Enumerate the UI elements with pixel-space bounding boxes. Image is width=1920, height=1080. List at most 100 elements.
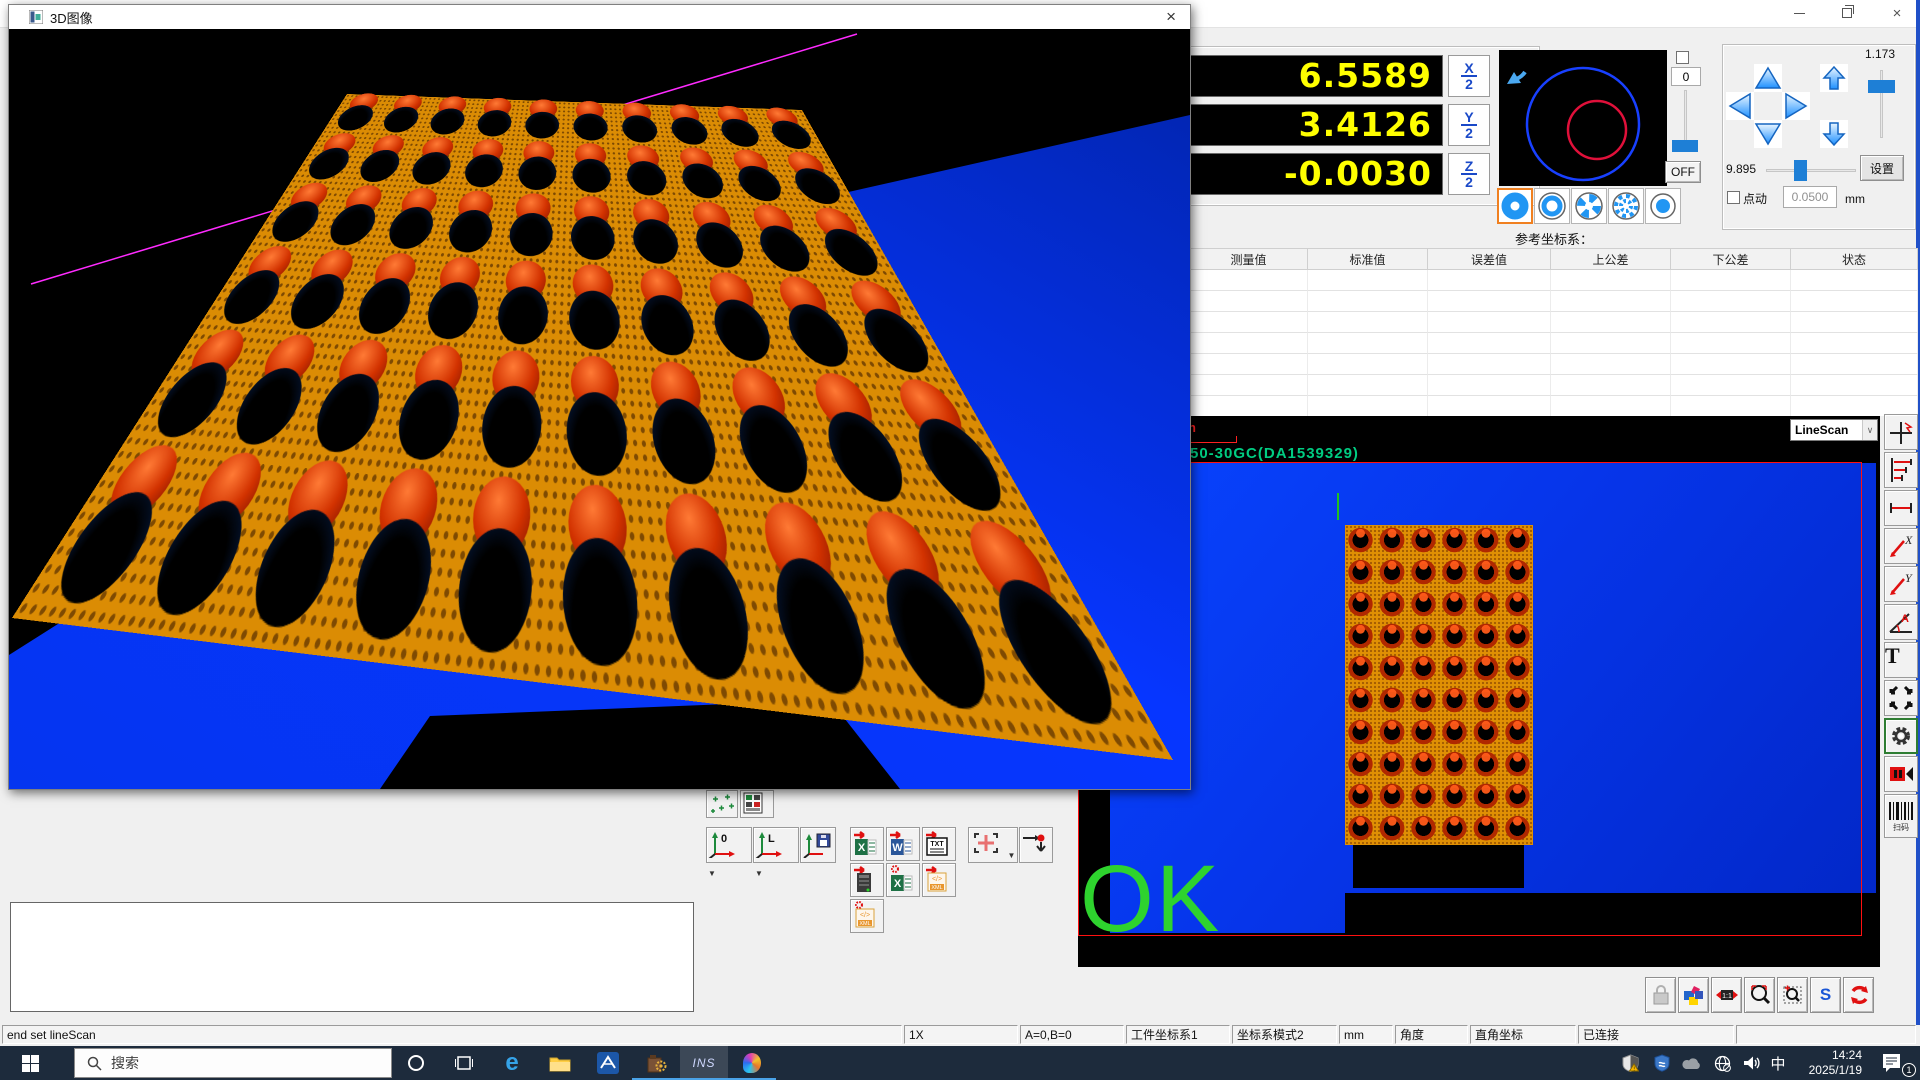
settings-gear-button[interactable] [1884,718,1918,754]
light-slider-thumb[interactable] [1672,140,1698,152]
distance-tool-button[interactable] [1884,490,1918,526]
lock-button[interactable] [1645,977,1676,1013]
export-xml-config-button[interactable]: </>XML [850,899,884,933]
security-shield-icon[interactable] [1652,1054,1672,1072]
layout-puzzle-button[interactable] [1678,977,1709,1013]
table-row[interactable] [1190,354,1918,375]
table-row[interactable] [1190,396,1918,416]
actual-size-button[interactable]: 1:1 [1711,977,1742,1013]
taskbar-app-tool[interactable] [632,1046,680,1080]
s-tool-button[interactable]: S [1810,977,1841,1013]
cam-plate-hole [1408,813,1439,845]
zero-field[interactable]: 0 [1671,67,1701,86]
roi-crosshair-button[interactable]: ▼ [968,827,1018,863]
light-sector-button[interactable] [1571,188,1607,224]
export-txt-button[interactable]: TXT [922,827,956,861]
taskbar-app-flame[interactable] [728,1046,776,1080]
restore-button[interactable] [1834,4,1860,22]
point-tool-button[interactable] [1884,414,1918,450]
status-coord-type[interactable]: 直角坐标 [1470,1025,1576,1044]
snap-point-button[interactable] [1019,827,1053,863]
jog-arrows[interactable] [1726,64,1848,148]
status-unit[interactable]: mm [1339,1025,1393,1044]
status-angle[interactable]: 角度 [1395,1025,1468,1044]
table-cell [1308,396,1428,416]
zoom-region-button[interactable] [1777,977,1808,1013]
refresh-button[interactable] [1843,977,1874,1013]
zoom-button[interactable] [1744,977,1775,1013]
xy-speed-slider-thumb[interactable] [1794,160,1807,181]
dro-axis-button[interactable]: X 2 [1448,55,1490,97]
light-multi-sector-button[interactable] [1608,188,1644,224]
export-database-button[interactable] [850,863,884,897]
y-distance-tool-button[interactable]: Y [1884,566,1918,602]
volume-icon[interactable] [1742,1054,1762,1072]
status-cs-mode[interactable]: 坐标系模式2 [1232,1025,1337,1044]
3d-viewport[interactable] [9,29,1190,789]
action-center-button[interactable]: 1 [1872,1046,1920,1080]
table-row[interactable] [1190,270,1918,291]
light-full-ring-button[interactable] [1497,188,1533,224]
taskbar-app-ins[interactable]: INS [680,1046,728,1080]
close-button[interactable]: × [1882,4,1912,22]
light-outer-ring-button[interactable] [1534,188,1570,224]
export-word-button[interactable]: W [886,827,920,861]
taskbar-edge[interactable]: e [488,1046,536,1080]
start-button[interactable] [0,1046,60,1080]
jog-step-field[interactable]: 0.0500 [1783,186,1837,208]
cam-plate-hole [1502,557,1533,589]
linescan-capture-button[interactable] [1884,756,1918,792]
light-coaxial-button[interactable] [1645,188,1681,224]
network-globe-icon[interactable] [1712,1054,1732,1072]
defender-warning-icon[interactable]: ! [1620,1054,1640,1072]
barcode-icon [1888,800,1914,822]
x-distance-tool-button[interactable]: X [1884,528,1918,564]
calculator-button[interactable] [740,790,774,818]
taskbar-task-view[interactable] [440,1046,488,1080]
dropdown-arrow[interactable]: ▼ [708,869,716,878]
text-tool-button[interactable]: T [1884,642,1918,678]
3d-window-titlebar[interactable]: 3D图像 × [9,5,1190,29]
fit-view-button[interactable] [1884,680,1918,716]
table-row[interactable] [1190,375,1918,396]
log-box[interactable] [10,902,694,1012]
taskbar-app-blue[interactable] [584,1046,632,1080]
ime-label: 中 [1770,1053,1785,1074]
3d-window-close-icon[interactable]: × [1166,7,1176,27]
table-cell [1428,312,1551,333]
table-row[interactable] [1190,291,1918,312]
coord-save-button[interactable] [800,827,836,863]
scan-code-button[interactable]: 扫码 [1884,794,1918,838]
cloud-icon[interactable] [1682,1054,1702,1072]
z-speed-slider-thumb[interactable] [1868,80,1895,93]
off-button[interactable]: OFF [1665,161,1701,183]
table-row[interactable] [1190,312,1918,333]
dropdown-arrow[interactable]: ▼ [1007,851,1015,860]
table-row[interactable] [1190,333,1918,354]
angle-tool-button[interactable]: A [1884,604,1918,640]
dro-axis-button[interactable]: Y 2 [1448,104,1490,146]
coord-local-button[interactable]: L ▼ [753,827,799,863]
camera-mode-select[interactable]: LineScan ∨ [1790,419,1878,441]
top-checkbox[interactable] [1676,51,1689,64]
search-box[interactable]: 搜索 [74,1048,392,1078]
settings-button[interactable]: 设置 [1860,155,1904,181]
taskbar-explorer[interactable] [536,1046,584,1080]
jog-checkbox[interactable] [1727,191,1740,204]
dro-axis-button[interactable]: Z 2 [1448,153,1490,195]
dropdown-arrow[interactable]: ▼ [755,869,763,878]
cam-plate-hole [1345,813,1376,845]
export-xml-button[interactable]: </>XML [922,863,956,897]
multi-distance-tool-button[interactable] [1884,452,1918,488]
xy-speed-slider-track[interactable] [1766,169,1856,172]
status-workpiece-cs[interactable]: 工件坐标系1 [1126,1025,1230,1044]
export-excel-button[interactable]: X [850,827,884,861]
clock[interactable]: 14:24 2025/1/19 [1790,1048,1862,1078]
coord-zero-button[interactable]: 0 ▼ [706,827,752,863]
minimize-button[interactable] [1786,4,1812,22]
pointcloud-button[interactable] [706,790,738,818]
ime-indicator[interactable]: 中 [1768,1054,1788,1072]
taskbar-cortana[interactable] [392,1046,440,1080]
folder-icon [549,1054,571,1072]
export-excel-config-button[interactable]: X [886,863,920,897]
